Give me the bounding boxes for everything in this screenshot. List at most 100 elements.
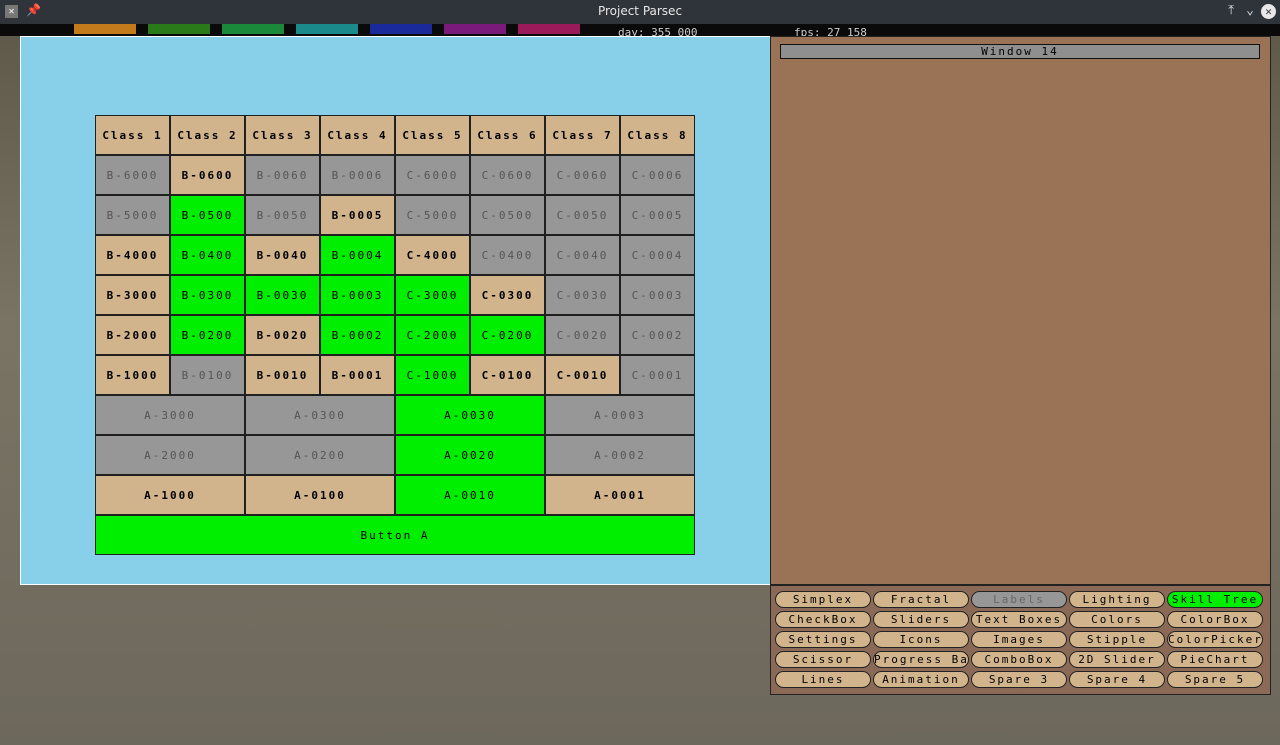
- skill-cell[interactable]: B-5000: [95, 195, 170, 235]
- skill-cell[interactable]: C-2000: [395, 315, 470, 355]
- skill-cell[interactable]: C-1000: [395, 355, 470, 395]
- menu-button[interactable]: Lighting: [1069, 591, 1165, 608]
- button-a[interactable]: Button A: [95, 515, 695, 555]
- skill-cell[interactable]: C-5000: [395, 195, 470, 235]
- skill-cell[interactable]: B-0300: [170, 275, 245, 315]
- skill-cell-a[interactable]: A-0002: [545, 435, 695, 475]
- skill-cell[interactable]: C-6000: [395, 155, 470, 195]
- menu-button[interactable]: Animation: [873, 671, 969, 688]
- skill-cell[interactable]: B-0400: [170, 235, 245, 275]
- skill-cell[interactable]: B-0002: [320, 315, 395, 355]
- skill-cell[interactable]: C-0300: [470, 275, 545, 315]
- class-header: Class 8: [620, 115, 695, 155]
- skill-cell-a[interactable]: A-0020: [395, 435, 545, 475]
- menu-button[interactable]: Fractal: [873, 591, 969, 608]
- skill-cell[interactable]: C-0006: [620, 155, 695, 195]
- menu-button[interactable]: Simplex: [775, 591, 871, 608]
- menu-button[interactable]: Sliders: [873, 611, 969, 628]
- skill-cell[interactable]: C-0020: [545, 315, 620, 355]
- menu-button[interactable]: Lines: [775, 671, 871, 688]
- skill-cell[interactable]: C-0050: [545, 195, 620, 235]
- menu-button[interactable]: Spare 4: [1069, 671, 1165, 688]
- skill-cell[interactable]: B-1000: [95, 355, 170, 395]
- skill-cell[interactable]: C-0004: [620, 235, 695, 275]
- skill-cell[interactable]: B-0060: [245, 155, 320, 195]
- skill-cell[interactable]: C-0600: [470, 155, 545, 195]
- minimize-icon[interactable]: ⌄: [1246, 3, 1254, 18]
- color-swatch: [74, 24, 136, 34]
- skill-cell-a[interactable]: A-3000: [95, 395, 245, 435]
- class-header: Class 5: [395, 115, 470, 155]
- skill-cell-a[interactable]: A-0200: [245, 435, 395, 475]
- skill-cell[interactable]: B-0004: [320, 235, 395, 275]
- menu-button[interactable]: Settings: [775, 631, 871, 648]
- menu-button[interactable]: Spare 3: [971, 671, 1067, 688]
- class-header: Class 4: [320, 115, 395, 155]
- skill-cell-a[interactable]: A-0010: [395, 475, 545, 515]
- skill-cell[interactable]: C-0040: [545, 235, 620, 275]
- skill-cell[interactable]: B-0030: [245, 275, 320, 315]
- skill-cell-a[interactable]: A-2000: [95, 435, 245, 475]
- skill-cell[interactable]: C-0030: [545, 275, 620, 315]
- skill-cell[interactable]: B-0005: [320, 195, 395, 235]
- window-14-title[interactable]: Window 14: [780, 44, 1260, 59]
- skill-cell-a[interactable]: A-0030: [395, 395, 545, 435]
- menu-button[interactable]: Colors: [1069, 611, 1165, 628]
- skill-cell-a[interactable]: A-0100: [245, 475, 395, 515]
- color-swatch: [148, 24, 210, 34]
- menu-button[interactable]: 2D Slider: [1069, 651, 1165, 668]
- skill-cell[interactable]: C-0400: [470, 235, 545, 275]
- skill-cell-a[interactable]: A-0300: [245, 395, 395, 435]
- window-14-panel: [770, 36, 1271, 585]
- menu-button[interactable]: Labels: [971, 591, 1067, 608]
- menu-button[interactable]: Spare 5: [1167, 671, 1263, 688]
- skill-cell[interactable]: C-0060: [545, 155, 620, 195]
- skill-cell[interactable]: C-0002: [620, 315, 695, 355]
- skill-cell-a[interactable]: A-0003: [545, 395, 695, 435]
- menu-button[interactable]: Stipple: [1069, 631, 1165, 648]
- skill-cell[interactable]: C-3000: [395, 275, 470, 315]
- skill-cell[interactable]: B-2000: [95, 315, 170, 355]
- skill-cell[interactable]: B-0010: [245, 355, 320, 395]
- menu-button[interactable]: ComboBox: [971, 651, 1067, 668]
- menu-button[interactable]: ColorPicker: [1167, 631, 1263, 648]
- skill-cell[interactable]: B-0040: [245, 235, 320, 275]
- skill-cell[interactable]: B-0020: [245, 315, 320, 355]
- class-header: Class 2: [170, 115, 245, 155]
- skill-cell[interactable]: B-0003: [320, 275, 395, 315]
- skill-cell[interactable]: B-6000: [95, 155, 170, 195]
- menu-button[interactable]: Scissor: [775, 651, 871, 668]
- skill-cell[interactable]: B-3000: [95, 275, 170, 315]
- skill-cell-a[interactable]: A-0001: [545, 475, 695, 515]
- keep-above-icon[interactable]: ⤒: [1228, 3, 1234, 18]
- class-header: Class 1: [95, 115, 170, 155]
- skill-cell[interactable]: C-0003: [620, 275, 695, 315]
- title-bar: ✕ 📌 Project Parsec ⤒ ⌄ ✕: [0, 0, 1280, 24]
- menu-button[interactable]: ColorBox: [1167, 611, 1263, 628]
- skill-cell[interactable]: B-0600: [170, 155, 245, 195]
- skill-cell[interactable]: C-4000: [395, 235, 470, 275]
- skill-cell[interactable]: C-0500: [470, 195, 545, 235]
- skill-cell[interactable]: B-4000: [95, 235, 170, 275]
- close-icon[interactable]: ✕: [1261, 4, 1276, 19]
- menu-button[interactable]: Skill Tree: [1167, 591, 1263, 608]
- menu-button[interactable]: Text Boxes: [971, 611, 1067, 628]
- skill-cell[interactable]: B-0001: [320, 355, 395, 395]
- skill-cell[interactable]: B-0500: [170, 195, 245, 235]
- skill-cell[interactable]: B-0050: [245, 195, 320, 235]
- skill-cell[interactable]: C-0100: [470, 355, 545, 395]
- skill-cell[interactable]: C-0200: [470, 315, 545, 355]
- skill-cell[interactable]: C-0010: [545, 355, 620, 395]
- menu-button[interactable]: Icons: [873, 631, 969, 648]
- class-header: Class 6: [470, 115, 545, 155]
- skill-cell[interactable]: B-0100: [170, 355, 245, 395]
- skill-cell[interactable]: C-0005: [620, 195, 695, 235]
- menu-button[interactable]: PieChart: [1167, 651, 1263, 668]
- menu-button[interactable]: Progress Bar: [873, 651, 969, 668]
- skill-cell[interactable]: C-0001: [620, 355, 695, 395]
- skill-cell-a[interactable]: A-1000: [95, 475, 245, 515]
- skill-cell[interactable]: B-0006: [320, 155, 395, 195]
- menu-button[interactable]: CheckBox: [775, 611, 871, 628]
- skill-cell[interactable]: B-0200: [170, 315, 245, 355]
- menu-button[interactable]: Images: [971, 631, 1067, 648]
